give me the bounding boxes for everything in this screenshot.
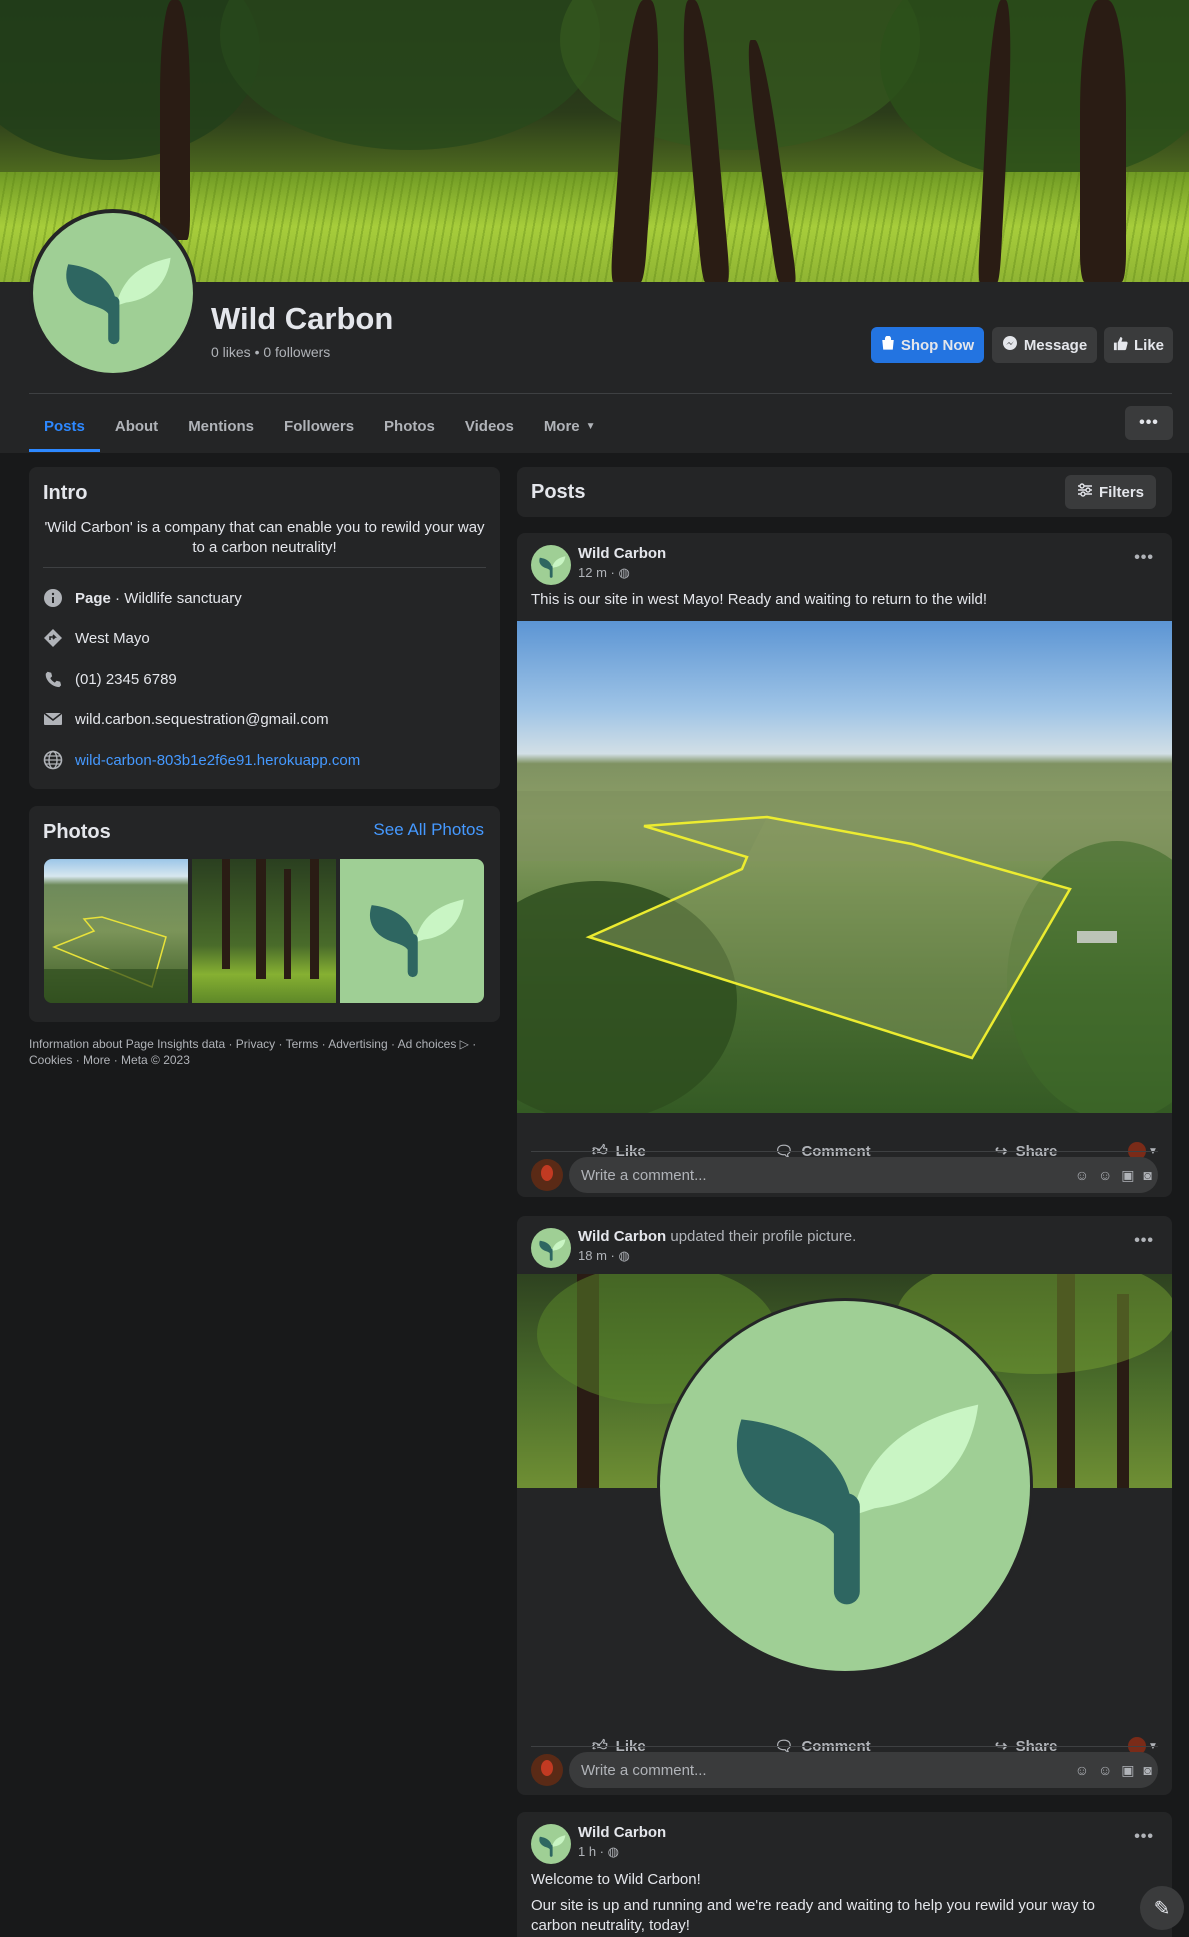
page-avatar[interactable] [29, 209, 197, 377]
emoji-icon[interactable]: ☺ [1098, 1762, 1112, 1778]
tab-photos[interactable]: Photos [369, 400, 450, 452]
comment-composer: Write a comment... ☺ ☺ ▣ ◙ [531, 1157, 1158, 1193]
page-footer-links[interactable]: Information about Page Insights data · P… [29, 1036, 499, 1068]
avatar-sticker-icon[interactable]: ☺ [1075, 1167, 1089, 1183]
comment-composer: Write a comment... ☺ ☺ ▣ ◙ [531, 1752, 1158, 1788]
location-diamond-icon [43, 628, 63, 648]
post-options-button[interactable]: ••• [1134, 1828, 1154, 1846]
tab-posts[interactable]: Posts [29, 400, 100, 452]
page-stats: 0 likes • 0 followers [211, 344, 331, 360]
ellipsis-icon: ••• [1139, 414, 1159, 431]
intro-card: Intro 'Wild Carbon' is a company that ca… [29, 467, 500, 789]
public-globe-icon: ◍ [618, 1248, 630, 1263]
new-message-button[interactable]: ✎ [1140, 1886, 1184, 1930]
post-text: This is our site in west Mayo! Ready and… [531, 591, 988, 608]
posts-header: Posts Filters [517, 467, 1172, 517]
tab-about[interactable]: About [100, 400, 173, 452]
phone-icon [43, 669, 63, 689]
page-title: Wild Carbon [211, 301, 394, 336]
info-website: wild-carbon-803b1e2f6e91.herokuapp.com [43, 750, 360, 770]
post-author-name[interactable]: Wild Carbon [578, 1824, 666, 1841]
website-link[interactable]: wild-carbon-803b1e2f6e91.herokuapp.com [75, 752, 360, 769]
tab-followers[interactable]: Followers [269, 400, 369, 452]
info-category: Page · Wildlife sanctuary [43, 588, 242, 608]
post-options-button[interactable]: ••• [1134, 1232, 1154, 1250]
caret-down-icon: ▼ [585, 420, 596, 432]
info-circle-icon [43, 588, 63, 608]
post-author-avatar[interactable] [531, 1824, 571, 1864]
post-card: Wild Carbon 12 m · ◍ ••• This is our sit… [517, 533, 1172, 1197]
post-author-avatar[interactable] [531, 1228, 571, 1268]
shop-bag-icon [881, 335, 895, 354]
actions-divider [531, 1151, 1158, 1152]
sliders-icon [1077, 483, 1093, 501]
comment-tools: ☺ ☺ ▣ ◙ [1075, 1157, 1152, 1193]
comment-input[interactable]: Write a comment... [569, 1157, 1158, 1193]
photo-thumbnail-forest[interactable] [192, 859, 336, 1003]
post-author-name[interactable]: Wild Carbon updated their profile pictur… [578, 1228, 856, 1245]
gif-icon[interactable]: ▣ [1121, 1762, 1134, 1779]
post-options-button[interactable]: ••• [1134, 549, 1154, 567]
photo-thumbnail-aerial-site[interactable] [44, 859, 188, 1003]
post-timestamp[interactable]: 1 h · ◍ [578, 1844, 619, 1860]
info-email: wild.carbon.sequestration@gmail.com [43, 709, 329, 729]
post-text: Welcome to Wild Carbon! [531, 1871, 701, 1888]
intro-title: Intro [43, 482, 88, 504]
globe-icon [43, 750, 63, 770]
header-divider [29, 393, 1172, 394]
photos-card: Photos See All Photos [29, 806, 500, 1022]
filters-button[interactable]: Filters [1064, 475, 1156, 509]
photo-thumbnail-logo[interactable] [340, 859, 484, 1003]
sprout-logo-icon [736, 1404, 979, 1605]
post-author-avatar[interactable] [531, 545, 571, 585]
tab-videos[interactable]: Videos [450, 400, 529, 452]
post-card: Wild Carbon updated their profile pictur… [517, 1216, 1172, 1795]
gif-icon[interactable]: ▣ [1121, 1167, 1134, 1184]
sticker-icon[interactable]: ◙ [1144, 1167, 1152, 1183]
see-all-photos-link[interactable]: See All Photos [373, 820, 484, 840]
post-card: Wild Carbon 1 h · ◍ ••• Welcome to Wild … [517, 1812, 1172, 1937]
user-avatar[interactable] [531, 1754, 563, 1786]
info-location: West Mayo [43, 628, 150, 648]
sticker-icon[interactable]: ◙ [1144, 1762, 1152, 1778]
user-avatar[interactable] [531, 1159, 563, 1191]
thumbs-up-icon [1113, 336, 1128, 355]
intro-bio: 'Wild Carbon' is a company that can enab… [44, 519, 485, 556]
sprout-logo-icon [66, 257, 171, 345]
mail-icon [43, 709, 63, 729]
post-timestamp[interactable]: 18 m · ◍ [578, 1248, 630, 1264]
compose-edit-icon: ✎ [1153, 1897, 1171, 1920]
tab-mentions[interactable]: Mentions [173, 400, 269, 452]
like-page-button[interactable]: Like [1104, 327, 1173, 363]
public-globe-icon: ◍ [618, 565, 630, 580]
comment-input[interactable]: Write a comment... [569, 1752, 1158, 1788]
post-author-name[interactable]: Wild Carbon [578, 545, 666, 562]
more-options-button[interactable]: ••• [1125, 406, 1173, 440]
actions-divider [531, 1746, 1158, 1747]
shop-now-button[interactable]: Shop Now [871, 327, 984, 363]
post-timestamp[interactable]: 12 m · ◍ [578, 565, 630, 581]
sprout-logo-icon [369, 899, 464, 978]
message-button[interactable]: Message [992, 327, 1097, 363]
emoji-icon[interactable]: ☺ [1098, 1167, 1112, 1183]
page-tabs: Posts About Mentions Followers Photos Vi… [29, 400, 611, 452]
public-globe-icon: ◍ [607, 1844, 619, 1859]
avatar-sticker-icon[interactable]: ☺ [1075, 1762, 1089, 1778]
intro-divider [43, 567, 486, 568]
post-photo-profile-update[interactable] [517, 1274, 1172, 1704]
info-phone: (01) 2345 6789 [43, 669, 177, 689]
messenger-icon [1002, 335, 1018, 355]
tab-more[interactable]: More ▼ [529, 400, 611, 452]
photos-title: Photos [43, 821, 111, 843]
post-text-body: Our site is up and running and we're rea… [531, 1897, 1096, 1934]
comment-tools: ☺ ☺ ▣ ◙ [1075, 1752, 1152, 1788]
post-photo-aerial-site[interactable] [517, 621, 1172, 1113]
posts-title: Posts [531, 481, 586, 503]
